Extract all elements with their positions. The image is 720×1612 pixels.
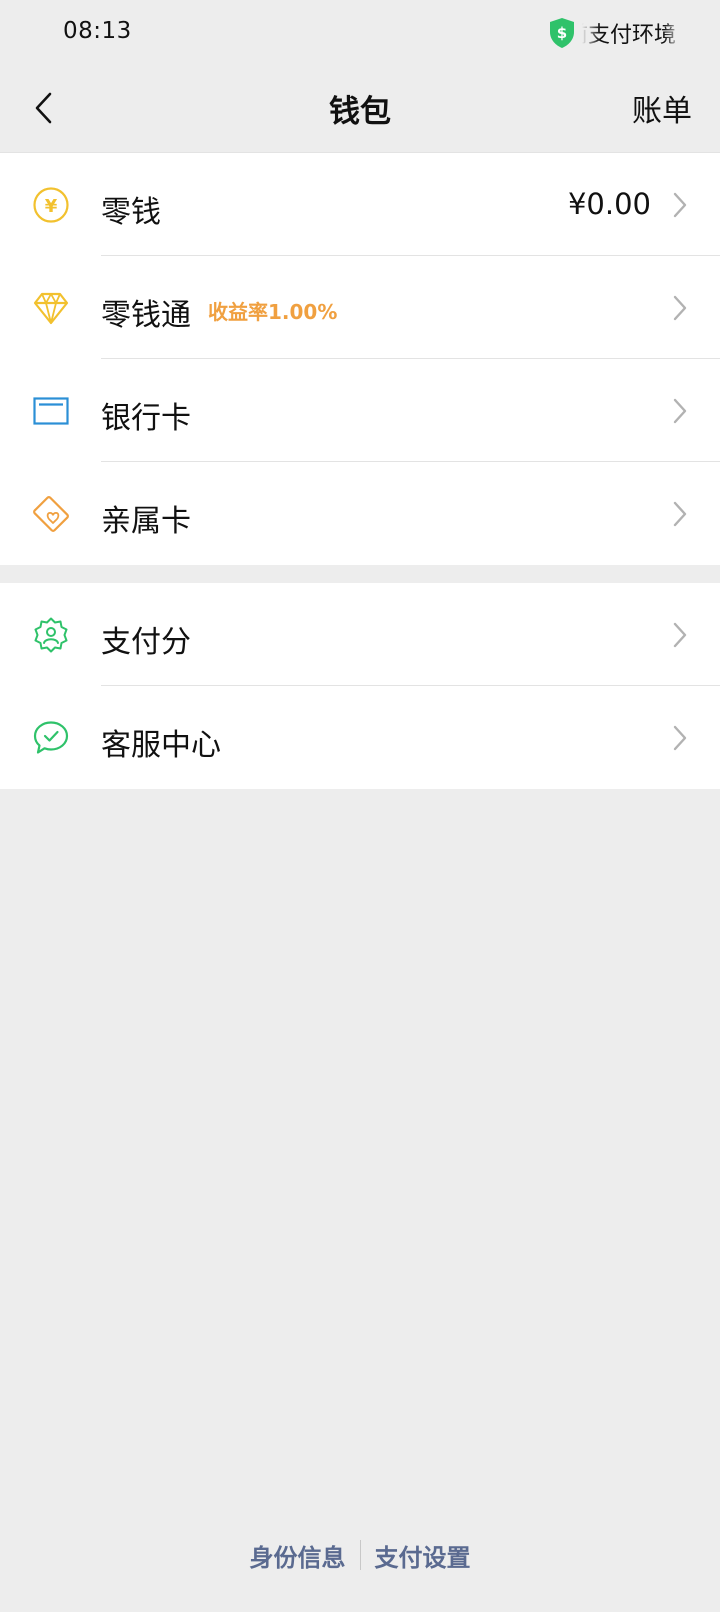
- family-card-icon: [33, 496, 69, 532]
- list-item-label: 零钱通: [101, 298, 191, 333]
- chevron-right-icon: [673, 192, 687, 218]
- shield-dollar-icon: $: [550, 18, 574, 48]
- page-title: 钱包: [329, 94, 391, 130]
- list-item-label: 银行卡: [101, 401, 191, 436]
- yuan-coin-icon: ¥: [33, 187, 69, 223]
- nav-bar: 钱包 账单: [0, 64, 720, 152]
- list-item-label: 客服中心: [101, 728, 221, 763]
- security-text: 前支付环境: [582, 23, 677, 48]
- status-bar: 08:13 $ 前支付环境: [0, 0, 720, 64]
- list-item-bank-card[interactable]: 银行卡: [0, 359, 720, 462]
- svg-text:¥: ¥: [45, 196, 58, 217]
- bill-button[interactable]: 账单: [632, 86, 692, 130]
- chevron-right-icon: [673, 501, 687, 527]
- footer-links: 身份信息 支付设置: [0, 1535, 720, 1575]
- chevron-right-icon: [673, 295, 687, 321]
- payment-settings-link[interactable]: 支付设置: [361, 1538, 485, 1573]
- security-text-marquee: 前支付环境: [582, 16, 682, 50]
- list-item-family-card[interactable]: 亲属卡: [0, 462, 720, 565]
- diamond-icon: [33, 292, 69, 325]
- pay-score-icon: [34, 617, 68, 653]
- wallet-group-secondary: 支付分 客服中心: [0, 583, 720, 789]
- list-item-label: 亲属卡: [101, 504, 191, 539]
- list-item-label: 支付分: [101, 625, 191, 660]
- svg-text:$: $: [557, 24, 567, 42]
- bank-card-icon: [33, 397, 69, 425]
- chevron-right-icon: [673, 725, 687, 751]
- balance-value: ¥0.00: [567, 187, 651, 221]
- wallet-group-primary: ¥ 零钱 ¥0.00 零钱通 收益率1.00% 银行卡 亲属卡: [0, 152, 720, 565]
- customer-service-icon: [33, 721, 69, 754]
- identity-info-link[interactable]: 身份信息: [236, 1538, 360, 1573]
- list-item-customer-service[interactable]: 客服中心: [0, 686, 720, 789]
- list-item-lingqiantong[interactable]: 零钱通 收益率1.00%: [0, 256, 720, 359]
- list-item-change[interactable]: ¥ 零钱 ¥0.00: [0, 153, 720, 256]
- chevron-right-icon: [673, 622, 687, 648]
- yield-rate-badge: 收益率1.00%: [208, 300, 338, 324]
- status-time: 08:13: [63, 18, 132, 44]
- security-status: $ 前支付环境: [548, 16, 682, 50]
- list-item-label: 零钱: [101, 195, 161, 230]
- list-item-pay-score[interactable]: 支付分: [0, 583, 720, 686]
- chevron-right-icon: [673, 398, 687, 424]
